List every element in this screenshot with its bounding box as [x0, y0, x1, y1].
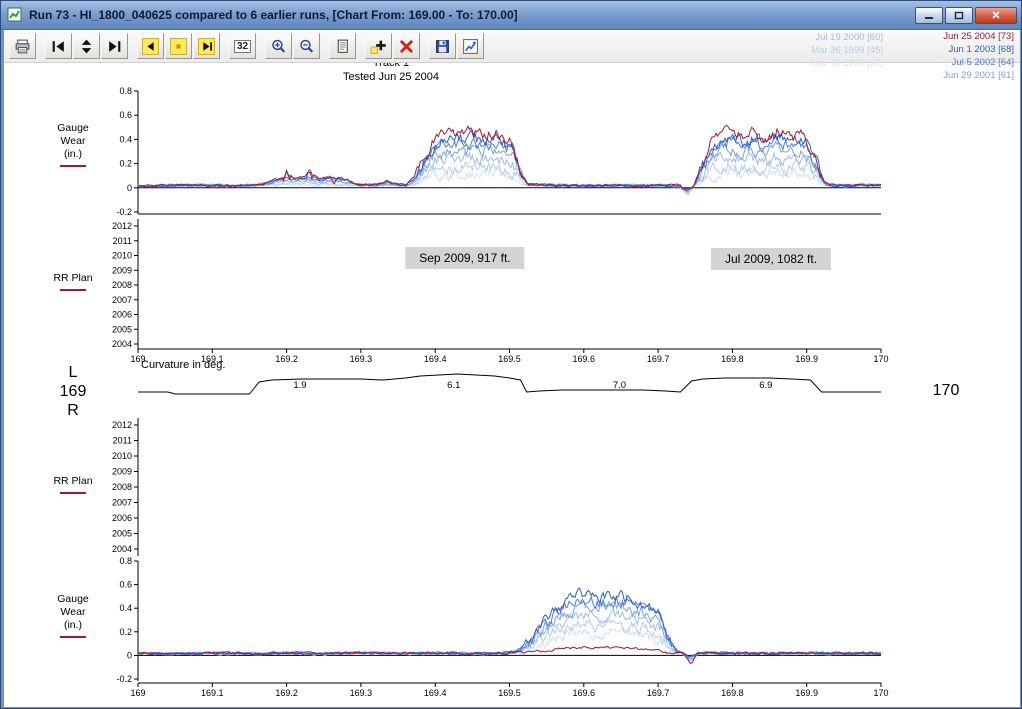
- save-icon: [434, 38, 451, 55]
- chart-count-label: 32: [234, 40, 251, 53]
- zoom-out-button[interactable]: [293, 33, 320, 59]
- legend-entry: Jun 29 2001 [61]: [881, 69, 1014, 82]
- legend-entry: Jul 5 2002 [64]: [881, 56, 1014, 69]
- delete-marker-button[interactable]: [393, 33, 420, 59]
- tested-date-label: Tested Jun 25 2004: [343, 71, 439, 83]
- maximize-icon: [954, 11, 964, 20]
- copy-chart-button[interactable]: [329, 33, 356, 59]
- app-window: 0.80.60.40.20-0.220122011201020092008200…: [0, 0, 1022, 709]
- rr-plan-label-top: RR Plan: [33, 272, 113, 291]
- swap-arrows-icon: [78, 38, 95, 55]
- add-marker-button[interactable]: [365, 33, 392, 59]
- zoom-in-button[interactable]: [265, 33, 292, 59]
- titlebar[interactable]: Run 73 - HI_1800_040625 compared to 6 ea…: [1, 1, 1022, 30]
- next-exception-button[interactable]: [193, 33, 220, 59]
- export-chart-button[interactable]: [457, 33, 484, 59]
- printer-icon: [14, 38, 31, 55]
- series-color-swatch: [60, 165, 86, 167]
- gauge-wear-label-top: Gauge Wear (in.): [33, 122, 113, 167]
- prev-exception-icon: [142, 38, 159, 55]
- zoom-out-icon: [298, 38, 315, 55]
- app-icon: [7, 7, 23, 23]
- legend-entry: Jun 25 2004 [73]: [881, 30, 1014, 43]
- marker-icon: [170, 38, 187, 55]
- minimize-icon: [924, 11, 934, 20]
- add-icon: [370, 38, 387, 55]
- zoom-in-icon: [270, 38, 287, 55]
- minimize-button[interactable]: [915, 7, 943, 24]
- chart-icon: [462, 38, 479, 55]
- chart-background: [4, 63, 1020, 707]
- legend-entry: Mar 26 1999 [45]: [741, 44, 883, 57]
- rr-plan-annotation: Jul 2009, 1082 ft.: [711, 248, 831, 270]
- legend-older-runs: Jul 19 2000 [60]Mar 26 1999 [45]Nov 18 1…: [741, 31, 883, 70]
- next-exception-icon: [198, 38, 215, 55]
- window-title: Run 73 - HI_1800_040625 compared to 6 ea…: [29, 8, 913, 22]
- series-color-swatch: [60, 636, 86, 638]
- legend-entry: Jun 1 2003 [68]: [881, 43, 1014, 56]
- legend-recent-runs: Jun 25 2004 [73]Jun 1 2003 [68]Jul 5 200…: [881, 30, 1014, 82]
- series-color-swatch: [60, 289, 86, 291]
- legend-entry: Jul 19 2000 [60]: [741, 31, 883, 44]
- chart-count-button[interactable]: 32: [229, 33, 256, 59]
- prev-exception-button[interactable]: [137, 33, 164, 59]
- maximize-button[interactable]: [945, 7, 973, 24]
- exception-marker-button[interactable]: [165, 33, 192, 59]
- legend-entry: Nov 18 1997 [27]: [741, 57, 883, 70]
- delete-icon: [398, 38, 415, 55]
- swap-direction-button[interactable]: [73, 33, 100, 59]
- series-color-swatch: [60, 492, 86, 494]
- close-button[interactable]: [975, 7, 1017, 24]
- gauge-wear-label-bottom: Gauge Wear (in.): [33, 593, 113, 638]
- save-button[interactable]: [429, 33, 456, 59]
- step-back-icon: [50, 38, 67, 55]
- left-mile-marker: L 169 R: [41, 363, 105, 420]
- step-forward-button[interactable]: [101, 33, 128, 59]
- step-back-button[interactable]: [45, 33, 72, 59]
- close-icon: [991, 10, 1001, 20]
- rr-plan-annotation: Sep 2009, 917 ft.: [405, 247, 524, 269]
- print-button[interactable]: [9, 33, 36, 59]
- rr-plan-label-bottom: RR Plan: [33, 475, 113, 494]
- step-forward-icon: [106, 38, 123, 55]
- right-mile-marker: 170: [916, 381, 976, 400]
- document-icon: [334, 38, 351, 55]
